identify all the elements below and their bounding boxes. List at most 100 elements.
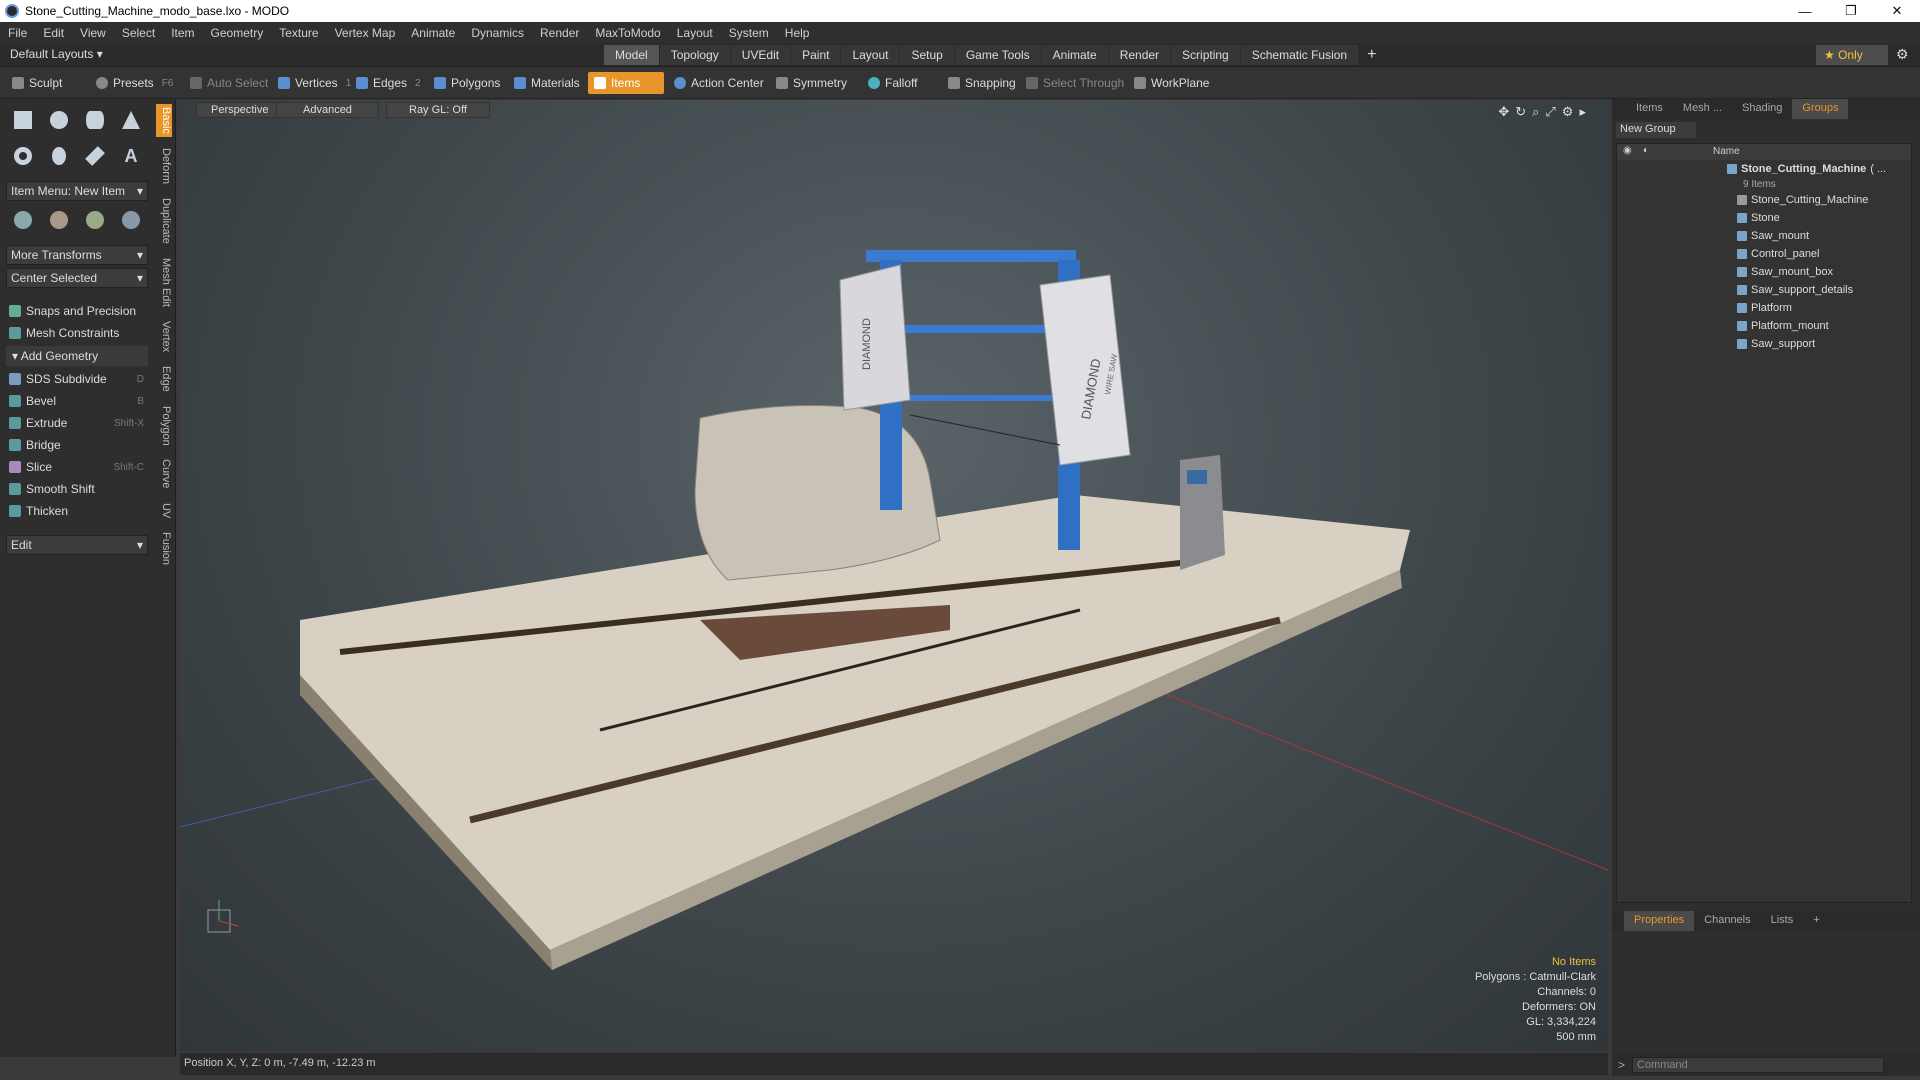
tab-setup[interactable]: Setup [900,45,954,65]
sculpt-button[interactable]: Sculpt [6,72,68,94]
sds-subdivide-button[interactable]: SDS Subdivide D [6,369,148,389]
vtab-uv[interactable]: UV [156,500,172,521]
transform-icon[interactable] [114,205,148,235]
vtab-curve[interactable]: Curve [156,456,172,491]
tab-schematic-fusion[interactable]: Schematic Fusion [1240,45,1359,65]
polygons-button[interactable]: Polygons [428,72,506,94]
list-item[interactable]: Saw_support_details [1617,281,1911,299]
menu-vertex-map[interactable]: Vertex Map [327,26,404,40]
edges-button[interactable]: Edges 2 [350,72,427,94]
vtab-mesh-edit[interactable]: Mesh Edit [156,255,172,310]
torus-icon[interactable] [6,141,40,171]
tab-groups[interactable]: Groups [1792,99,1849,119]
tab-lists[interactable]: Lists [1761,911,1804,931]
vertices-button[interactable]: Vertices 1 [272,72,357,94]
presets-button[interactable]: Presets F6 [90,72,179,94]
add-tab-button[interactable]: + [1359,45,1384,65]
vtab-basic[interactable]: Basic [156,104,172,137]
workplane-button[interactable]: WorkPlane [1128,72,1215,94]
tab-game-tools[interactable]: Game Tools [954,45,1041,65]
move-icon[interactable] [6,205,40,235]
lock-icon[interactable]: ◐ [1643,145,1649,156]
tab-topology[interactable]: Topology [659,45,730,65]
snaps-precision-button[interactable]: Snaps and Precision [6,301,148,321]
items-button[interactable]: Items [588,72,664,94]
menu-help[interactable]: Help [777,26,818,40]
tab-mesh[interactable]: Mesh ... [1673,99,1732,119]
menu-file[interactable]: File [0,26,35,40]
gear-icon[interactable]: ⚙ [1896,46,1909,63]
menu-animate[interactable]: Animate [403,26,463,40]
menu-edit[interactable]: Edit [35,26,72,40]
extrude-button[interactable]: Extrude Shift-X [6,413,148,433]
minimize-button[interactable]: — [1782,0,1828,22]
tree-root-row[interactable]: Stone_Cutting_Machine ( ... [1617,160,1911,178]
menu-maxtomodo[interactable]: MaxToModo [587,26,668,40]
bridge-button[interactable]: Bridge [6,435,148,455]
list-item[interactable]: Saw_mount [1617,227,1911,245]
tab-layout[interactable]: Layout [841,45,900,65]
thicken-button[interactable]: Thicken [6,501,148,521]
auto-select-button[interactable]: Auto Select [184,72,274,94]
tab-model[interactable]: Model [604,45,659,65]
smooth-shift-button[interactable]: Smooth Shift [6,479,148,499]
maximize-button[interactable]: ❐ [1828,0,1874,22]
tube-icon[interactable] [42,141,76,171]
materials-button[interactable]: Materials [508,72,586,94]
rotate-icon[interactable] [42,205,76,235]
menu-system[interactable]: System [721,26,777,40]
add-geometry-section[interactable]: ▾ Add Geometry [6,346,148,366]
menu-dynamics[interactable]: Dynamics [463,26,532,40]
tab-render[interactable]: Render [1108,45,1171,65]
eye-icon[interactable]: ◉ [1623,145,1632,156]
scale-icon[interactable] [78,205,112,235]
edit-dropdown[interactable]: Edit ▾ [6,535,148,555]
tab-items[interactable]: Items [1626,99,1673,119]
tab-properties[interactable]: Properties [1624,911,1695,931]
menu-render[interactable]: Render [532,26,587,40]
close-button[interactable]: ✕ [1874,0,1920,22]
text-icon[interactable]: A [114,141,148,171]
bevel-button[interactable]: Bevel B [6,391,148,411]
vtab-fusion[interactable]: Fusion [156,529,172,568]
vtab-polygon[interactable]: Polygon [156,403,172,449]
list-item[interactable]: Saw_mount_box [1617,263,1911,281]
command-input[interactable]: Command [1632,1057,1884,1073]
center-selected-dropdown[interactable]: Center Selected ▾ [6,268,148,288]
cube-icon[interactable] [6,105,40,135]
tab-channels[interactable]: Channels [1694,911,1760,931]
menu-view[interactable]: View [72,26,114,40]
item-menu-dropdown[interactable]: Item Menu: New Item ▾ [6,181,148,201]
tab-animate[interactable]: Animate [1041,45,1108,65]
list-item[interactable]: Stone [1617,209,1911,227]
tab-scripting[interactable]: Scripting [1171,45,1240,65]
select-through-button[interactable]: Select Through [1020,72,1130,94]
action-center-button[interactable]: Action Center [668,72,770,94]
cylinder-icon[interactable] [78,105,112,135]
cone-icon[interactable] [114,105,148,135]
vtab-deform[interactable]: Deform [156,145,172,187]
vtab-duplicate[interactable]: Duplicate [156,195,172,247]
symmetry-button[interactable]: Symmetry [770,72,853,94]
mesh-constraints-button[interactable]: Mesh Constraints [6,323,148,343]
tab-shading[interactable]: Shading [1732,99,1792,119]
only-toggle[interactable]: ★ Only [1816,45,1888,65]
list-item[interactable]: Platform [1617,299,1911,317]
menu-texture[interactable]: Texture [271,26,326,40]
menu-geometry[interactable]: Geometry [203,26,272,40]
pen-icon[interactable] [78,141,112,171]
3d-viewport[interactable]: Perspective Advanced Ray GL: Off ✥↻⌕⤢⚙▸ … [180,100,1608,1051]
menu-select[interactable]: Select [114,26,163,40]
list-item[interactable]: Stone_Cutting_Machine [1617,191,1911,209]
menu-item[interactable]: Item [163,26,202,40]
tab-uvedit[interactable]: UVEdit [730,45,791,65]
tab-paint[interactable]: Paint [791,45,841,65]
falloff-button[interactable]: Falloff [862,72,923,94]
snapping-button[interactable]: Snapping [942,72,1022,94]
default-layouts-dropdown[interactable]: Default Layouts ▾ [10,47,103,61]
slice-button[interactable]: Slice Shift-C [6,457,148,477]
more-transforms-dropdown[interactable]: More Transforms ▾ [6,245,148,265]
new-group-button[interactable]: New Group [1616,122,1696,138]
vtab-edge[interactable]: Edge [156,363,172,395]
menu-layout[interactable]: Layout [669,26,721,40]
